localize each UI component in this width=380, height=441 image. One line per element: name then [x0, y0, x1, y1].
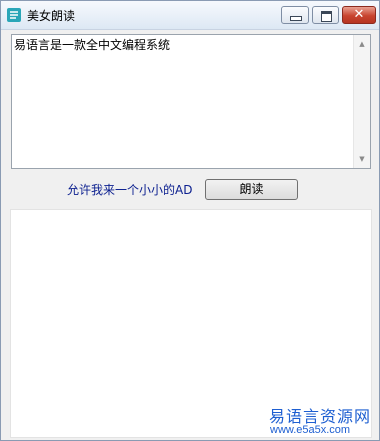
close-icon: ✕	[353, 7, 365, 22]
minimize-icon	[290, 16, 302, 21]
maximize-button[interactable]	[312, 6, 339, 24]
scroll-down-icon[interactable]: ▼	[354, 152, 370, 166]
app-icon	[7, 8, 21, 22]
title-bar[interactable]: 美女朗读 ✕	[1, 1, 379, 30]
minimize-button[interactable]	[281, 6, 309, 24]
close-button[interactable]: ✕	[342, 6, 376, 24]
text-editor[interactable]: 易语言是一款全中文编程系统 ▲ ▼	[11, 34, 371, 169]
scroll-up-icon[interactable]: ▲	[354, 37, 370, 51]
ad-label: 允许我来一个小小的AD	[67, 183, 193, 197]
window-title: 美女朗读	[27, 9, 76, 23]
main-window: 美女朗读 ✕ 易语言是一款全中文编程系统 ▲ ▼ 允许我来一个小小的AD 朗读 …	[0, 0, 380, 441]
read-aloud-button[interactable]: 朗读	[205, 179, 298, 200]
vertical-scrollbar[interactable]: ▲ ▼	[353, 35, 370, 168]
editor-text: 易语言是一款全中文编程系统	[14, 38, 171, 52]
watermark-url: www.e5a5x.com	[270, 424, 351, 436]
maximize-icon	[321, 11, 332, 22]
